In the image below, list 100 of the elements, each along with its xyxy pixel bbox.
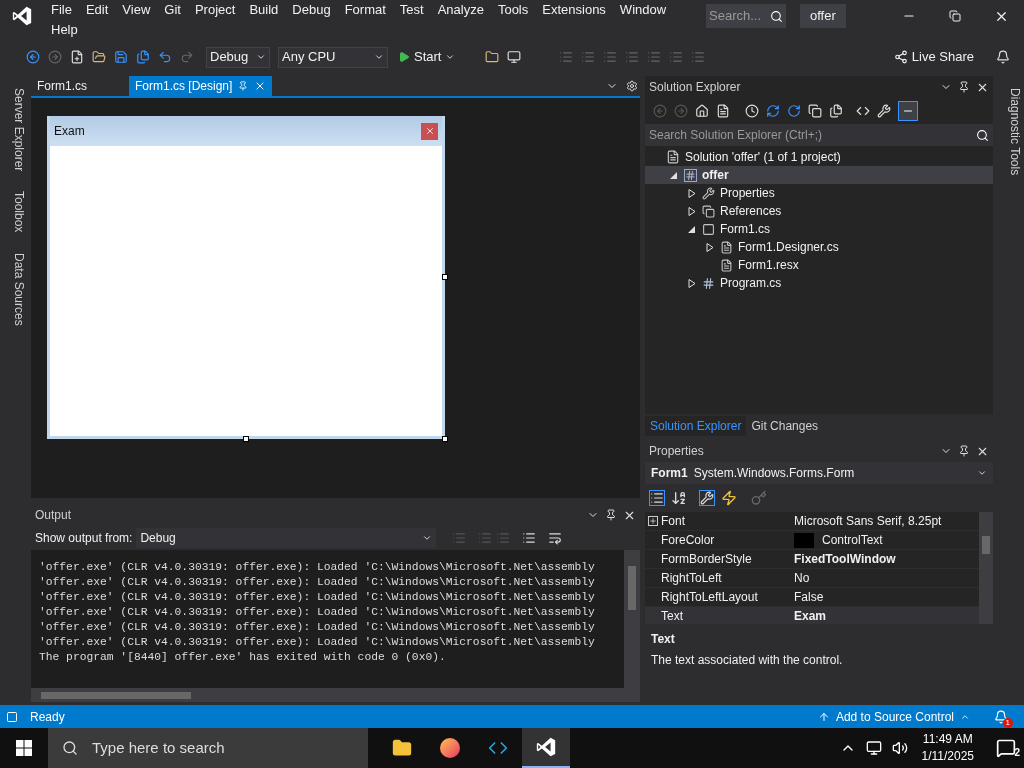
sync-icon[interactable] [766, 104, 780, 118]
menu-item[interactable]: Tools [490, 0, 536, 20]
resize-handle[interactable] [243, 436, 249, 442]
start-button[interactable]: Start [396, 47, 458, 67]
output-source-dropdown[interactable]: Debug [136, 528, 437, 548]
resize-handle[interactable] [442, 436, 448, 442]
monitor-icon[interactable] [507, 50, 522, 64]
platform-dropdown[interactable]: Any CPU [278, 46, 388, 68]
tree-item[interactable]: References [645, 202, 993, 220]
tree-item[interactable]: Form1.resx [645, 256, 993, 274]
folder-icon[interactable] [92, 50, 106, 64]
panel-tab[interactable]: Solution Explorer [645, 416, 747, 436]
expand-icon[interactable] [648, 516, 658, 526]
tree-item[interactable]: Properties [645, 184, 993, 202]
live-share-button[interactable]: Live Share [893, 47, 974, 67]
notification-icon[interactable] [994, 709, 1008, 724]
side-tab[interactable]: Data Sources [0, 246, 28, 332]
form-window[interactable]: Exam [47, 116, 445, 439]
vertical-scrollbar[interactable] [979, 512, 993, 624]
action-center-icon[interactable] [996, 738, 1016, 758]
menu-item[interactable]: Git [157, 0, 188, 20]
description-text: The text associated with the control. [651, 652, 844, 669]
menu-item[interactable]: Help [44, 20, 85, 40]
taskbar-search-field[interactable]: Type here to search [48, 728, 368, 768]
wrench-icon[interactable] [877, 104, 891, 118]
horizontal-scrollbar[interactable] [31, 688, 640, 702]
search-field[interactable]: Search Solution Explorer (Ctrl+;) [645, 124, 993, 146]
expanded-arrow-icon[interactable] [688, 224, 696, 234]
word-wrap-icon[interactable] [548, 531, 563, 545]
vertical-scrollbar[interactable] [624, 550, 640, 688]
redo-icon[interactable] [180, 50, 194, 64]
back-icon[interactable] [26, 50, 40, 64]
undo-icon[interactable] [158, 50, 172, 64]
property-row[interactable]: ForeColor ControlText [645, 531, 979, 550]
panel-tab[interactable]: Git Changes [746, 416, 824, 436]
close-button[interactable] [421, 122, 438, 140]
property-row[interactable]: Font Microsoft Sans Serif, 8.25pt [645, 512, 979, 531]
pin-icon[interactable] [605, 509, 617, 521]
property-value[interactable]: FixedToolWindow [794, 550, 896, 568]
menu-item[interactable]: File [44, 0, 79, 20]
tree-item[interactable]: Solution 'offer' (1 of 1 project) [645, 148, 993, 166]
collapsed-arrow-icon[interactable] [688, 206, 696, 216]
alphabetical-icon[interactable] [671, 490, 687, 506]
side-tab[interactable]: Server Explorer [0, 82, 28, 178]
property-value[interactable]: Exam [794, 607, 827, 624]
app-logo-icon [11, 5, 33, 27]
collapsed-arrow-icon[interactable] [706, 242, 714, 252]
document-tab[interactable]: Form1.cs [31, 76, 129, 96]
menu-item[interactable]: Debug [285, 0, 338, 20]
key-icon[interactable] [751, 490, 767, 506]
categorized-icon[interactable] [649, 490, 665, 506]
side-tab[interactable]: Toolbox [0, 185, 28, 239]
tree-item[interactable]: Program.cs [645, 274, 993, 292]
property-value[interactable]: ControlText [822, 531, 883, 549]
expanded-arrow-icon[interactable] [670, 170, 678, 180]
tree-item[interactable]: offer [645, 166, 993, 184]
side-tab[interactable]: Diagnostic Tools [993, 82, 1024, 182]
configuration-dropdown[interactable]: Debug [206, 46, 270, 68]
collapsed-arrow-icon[interactable] [688, 188, 696, 198]
add-to-source-control-button[interactable]: Add to Source Control [817, 707, 970, 726]
events-icon[interactable] [721, 490, 737, 506]
tree-item[interactable]: Form1.cs [645, 220, 993, 238]
folder-icon[interactable] [485, 50, 500, 64]
preview-toggle[interactable] [898, 101, 918, 121]
chevron-down-icon [374, 52, 384, 62]
pin-icon[interactable] [958, 445, 970, 457]
menu-item[interactable]: Test [392, 0, 431, 20]
taskbar-app[interactable] [522, 728, 570, 768]
property-value[interactable]: False [794, 588, 824, 606]
search-field[interactable]: Search... [706, 4, 786, 28]
property-value[interactable]: Microsoft Sans Serif, 8.25pt [794, 512, 942, 530]
menu-item[interactable]: Edit [78, 0, 116, 20]
property-value[interactable]: No [794, 569, 810, 587]
pin-icon[interactable] [958, 81, 970, 93]
object-selector[interactable]: Form1 System.Windows.Forms.Form [645, 462, 993, 484]
network-icon[interactable] [865, 740, 882, 756]
close-icon [424, 126, 435, 136]
properties-icon[interactable] [699, 490, 715, 506]
home-icon[interactable] [695, 104, 709, 118]
chevron-down-icon [977, 468, 987, 478]
search-icon [770, 9, 783, 23]
tree-item[interactable]: Form1.Designer.cs [645, 238, 993, 256]
collapsed-arrow-icon[interactable] [688, 278, 696, 288]
menu-item[interactable]: Format [337, 0, 393, 20]
menu-item[interactable]: Project [187, 0, 243, 20]
refresh-icon[interactable] [787, 104, 801, 118]
resize-handle[interactable] [442, 274, 448, 280]
new-file-icon[interactable] [70, 50, 84, 64]
settings-icon[interactable] [626, 80, 638, 92]
menu-item[interactable]: Analyze [430, 0, 491, 20]
menu-item[interactable]: Extensions [535, 0, 613, 20]
property-name: Text [661, 608, 684, 624]
menu-item[interactable]: Window [612, 0, 674, 20]
property-row[interactable]: FormBorderStyle FixedToolWindow [645, 550, 979, 569]
menu-item[interactable]: Build [242, 0, 286, 20]
property-row[interactable]: Text Exam [645, 607, 979, 624]
property-row[interactable]: RightToLeft No [645, 569, 979, 588]
save-icon[interactable] [114, 50, 128, 64]
code-icon[interactable] [856, 104, 870, 118]
menu-item[interactable]: View [115, 0, 158, 20]
